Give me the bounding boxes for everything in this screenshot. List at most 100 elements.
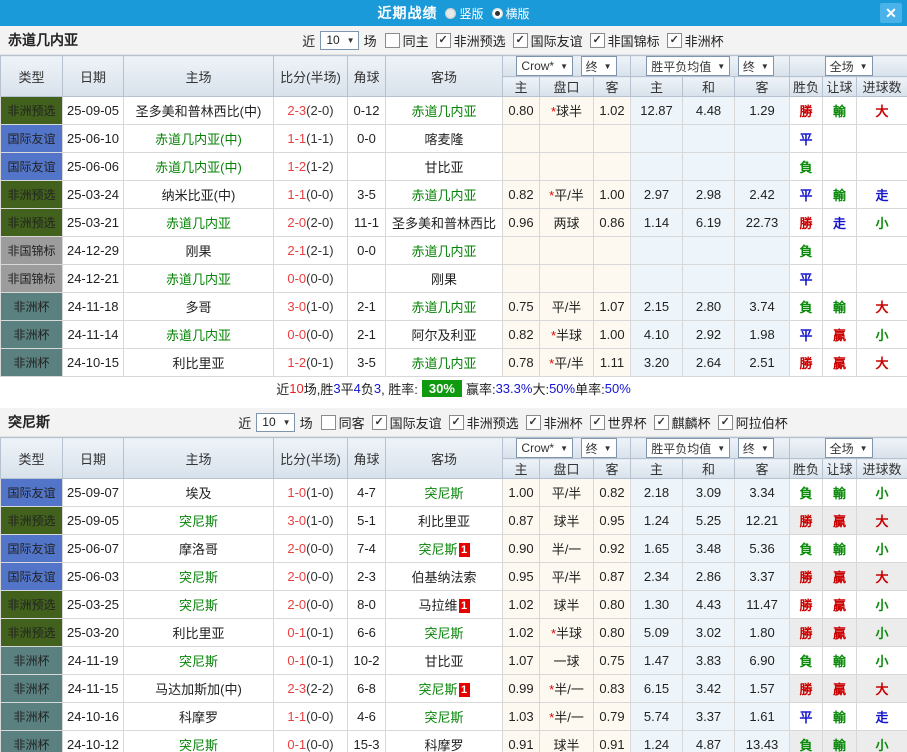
bookmaker-select[interactable]: Crow* ▼ [516,56,574,76]
match-count-select[interactable]: 10 ▼ [320,30,359,50]
mean-select[interactable]: 胜平负均值 ▼ [646,56,731,76]
competition-tag: 非洲杯 [0,730,63,752]
corner-score: 3-5 [347,180,386,209]
mean-draw: 2.98 [682,180,736,209]
match-score: 0-0(0-0) [273,320,348,349]
sub-header-mean-home: 主 [630,76,684,97]
away-team: 突尼斯 1 [385,534,503,563]
mean-final-select[interactable]: 终 ▼ [737,438,774,458]
competition-filter[interactable]: ✓ 非洲杯 [666,31,724,50]
same-venue-filter[interactable]: 同客 [320,413,365,432]
result-winloss: 負 [789,292,824,321]
result-handicap: 贏 [822,506,858,535]
summary-part: 3 [373,381,382,396]
same-venue-filter[interactable]: 同主 [384,31,429,50]
close-icon[interactable]: ✕ [880,3,902,23]
result-winloss: 負 [789,730,824,752]
chevron-down-icon: ▼ [603,61,612,71]
odds-line: *半球 [539,618,594,647]
mean-final-select[interactable]: 终 ▼ [737,56,774,76]
mean-draw: 3.48 [682,534,736,563]
red-card-badge: 1 [458,683,470,697]
scope-select[interactable]: 全场 ▼ [824,56,873,76]
home-team: 利比里亚 [123,348,274,377]
odds-away [592,264,632,293]
competition-filter-label: 非洲预选 [466,415,519,431]
competition-tag: 国际友谊 [0,124,63,153]
odds-home: 0.82 [502,320,540,349]
competition-tag: 非洲预选 [0,208,63,237]
odds-final-select[interactable]: 终 ▼ [580,438,617,458]
games-label: 场 [299,415,313,431]
result-winloss: 平 [789,180,824,209]
result-goals: 大 [856,348,907,377]
match-row: 非洲预选 25-09-05 圣多美和普林西比(中) 2-3(2-0) 0-12 赤道几内亚… [0,96,907,125]
odds-away: 0.80 [592,590,632,619]
result-handicap: 輸 [822,646,858,675]
corner-score: 2-1 [347,320,386,349]
away-team: 科摩罗 [385,730,503,752]
bookmaker-select[interactable]: Crow* ▼ [516,438,574,458]
match-date: 24-11-18 [62,292,124,321]
home-team: 马达加斯加(中) [123,674,274,703]
same-venue-label: 同客 [338,415,365,431]
competition-filter[interactable]: ✓ 非国锦标 [589,31,660,50]
odds-line [539,236,594,265]
competition-filter[interactable]: ✓ 世界杯 [589,413,647,432]
home-team: 赤道几内亚 [123,320,274,349]
chevron-down-icon: ▼ [282,417,291,427]
chevron-down-icon: ▼ [859,61,868,71]
corner-score: 15-3 [347,730,386,752]
competition-filter[interactable]: ✓ 麒麟杯 [653,413,711,432]
chevron-down-icon: ▼ [859,443,868,453]
competition-filter[interactable]: ✓ 非洲杯 [525,413,583,432]
match-date: 24-10-15 [62,348,124,377]
away-team: 突尼斯 [385,618,503,647]
result-goals [856,264,907,293]
corner-score: 2-3 [347,562,386,591]
odds-line: 两球 [539,208,594,237]
odds-home: 0.82 [502,180,540,209]
odds-away: 0.79 [592,702,632,731]
away-team: 赤道几内亚 [385,180,503,209]
layout-option-vertical[interactable]: 竖版 [445,5,484,22]
result-goals [856,152,907,181]
chevron-down-icon: ▼ [560,443,569,453]
competition-filter[interactable]: ✓ 非洲预选 [435,31,506,50]
mean-draw: 2.64 [682,348,736,377]
result-winloss: 勝 [789,208,824,237]
mean-away: 3.34 [734,478,791,507]
match-row: 非洲预选 25-03-21 赤道几内亚 2-0(2-0) 11-1 圣多美和普林西比 0.9… [0,208,907,237]
layout-option-horizontal[interactable]: 横版 [491,5,530,22]
sub-header-mean-draw: 和 [682,458,736,479]
match-date: 25-06-03 [62,562,124,591]
competition-filter[interactable]: ✓ 阿拉伯杯 [717,413,788,432]
sub-header-goals: 进球数 [856,76,907,97]
home-team: 赤道几内亚 [123,208,274,237]
scope-select[interactable]: 全场 ▼ [824,438,873,458]
competition-filter[interactable]: ✓ 国际友谊 [512,31,583,50]
col-header-type: 类型 [0,437,63,479]
mean-select[interactable]: 胜平负均值 ▼ [646,438,731,458]
odds-home [502,124,540,153]
odds-away [592,236,632,265]
away-team: 赤道几内亚 [385,236,503,265]
competition-tag: 国际友谊 [0,478,63,507]
odds-away: 0.92 [592,534,632,563]
match-row: 国际友谊 25-09-07 埃及 1-0(1-0) 4-7 突尼斯 1.00 平/半 0.82 2… [0,478,907,507]
col-header-corners: 角球 [347,55,386,97]
match-row: 非洲杯 24-11-19 突尼斯 0-1(0-1) 10-2 甘比亚 1.07 一球 0.75 1… [0,646,907,675]
checkbox-unchecked-icon [320,414,336,430]
match-count-select[interactable]: 10 ▼ [256,412,295,432]
competition-filter[interactable]: ✓ 国际友谊 [371,413,442,432]
match-date: 25-09-05 [62,96,124,125]
mean-draw: 3.37 [682,702,736,731]
odds-final-select[interactable]: 终 ▼ [580,56,617,76]
match-score: 1-2(0-1) [273,348,348,377]
mean-home: 12.87 [630,96,684,125]
away-team: 阿尔及利亚 [385,320,503,349]
sub-header-mean-away: 客 [734,76,791,97]
odds-home: 0.91 [502,730,540,752]
competition-filter[interactable]: ✓ 非洲预选 [448,413,519,432]
same-venue-label: 同主 [402,33,429,49]
